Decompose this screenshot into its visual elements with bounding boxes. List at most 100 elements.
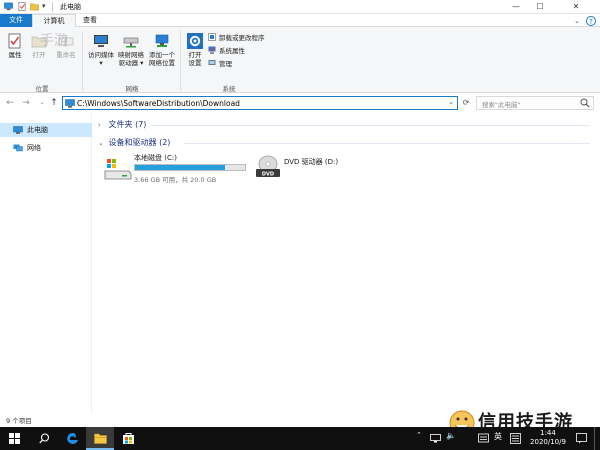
drive-d-name: DVD 驱动器 (D:) bbox=[284, 158, 339, 166]
drive-c-info: 3.66 GB 可用，共 20.0 GB bbox=[134, 176, 217, 184]
network-location-icon bbox=[155, 34, 169, 47]
edge-icon bbox=[67, 432, 78, 444]
map-network-drive-button[interactable]: 映射网络 驱动器 ▾ bbox=[116, 33, 146, 67]
add-location-label-1: 添加一个 bbox=[149, 51, 175, 59]
map-drive-label-2: 驱动器 bbox=[118, 59, 139, 67]
search-icon bbox=[580, 98, 590, 108]
taskbar-store[interactable] bbox=[114, 427, 142, 450]
this-pc-icon bbox=[4, 2, 13, 11]
system-properties-button[interactable]: 系统属性 bbox=[208, 46, 245, 57]
network-drive-icon bbox=[123, 37, 139, 48]
network-icon bbox=[13, 144, 23, 152]
taskbar: ⌃ 🔈 英 1:44 2020/10/9 bbox=[0, 427, 600, 450]
show-hidden-icons[interactable]: ⌃ bbox=[416, 431, 422, 439]
manage-button[interactable]: 管理 bbox=[208, 59, 232, 70]
taskbar-search-button[interactable] bbox=[30, 427, 58, 450]
quick-access-dropdown-icon[interactable]: ▾ bbox=[42, 2, 46, 10]
properties-quick-icon[interactable] bbox=[18, 2, 27, 11]
map-drive-label-1: 映射网络 bbox=[118, 51, 144, 59]
section-divider bbox=[184, 143, 590, 144]
nav-item-network[interactable]: 网络 bbox=[0, 141, 92, 155]
rename-label: 重命名 bbox=[56, 51, 76, 59]
folders-section-header[interactable]: › 文件夹 (7) bbox=[98, 119, 146, 130]
refresh-icon[interactable]: ⟳ bbox=[460, 97, 472, 109]
location-group-label: 位置 bbox=[35, 85, 49, 93]
section-divider bbox=[150, 125, 590, 126]
address-bar[interactable]: C:\Windows\SoftwareDistribution\Download… bbox=[62, 96, 458, 110]
forward-button[interactable]: → bbox=[20, 97, 32, 109]
nav-item-label: 网络 bbox=[27, 144, 41, 152]
address-dropdown-icon[interactable]: ⌄ bbox=[448, 98, 454, 106]
new-folder-quick-icon[interactable] bbox=[30, 2, 39, 11]
close-button[interactable]: ✕ bbox=[552, 0, 600, 14]
manage-icon bbox=[208, 60, 216, 65]
input-method-icon[interactable] bbox=[510, 433, 521, 444]
nav-item-this-pc[interactable]: 此电脑 bbox=[0, 123, 92, 137]
system-properties-label: 系统属性 bbox=[219, 47, 245, 55]
window-title: 此电脑 bbox=[60, 3, 81, 11]
access-media-button[interactable]: 访问媒体 ▾ bbox=[86, 33, 116, 67]
title-bar: ▾ 此电脑 — ☐ ✕ bbox=[0, 0, 600, 14]
clock[interactable]: 1:44 2020/10/9 bbox=[526, 429, 570, 447]
ribbon: 属性 打开 重命名 位置 访问媒体 ▾ 映射网络 驱动器 ▾ 添加一个 网络位置… bbox=[0, 27, 600, 93]
add-network-location-button[interactable]: 添加一个 网络位置 bbox=[146, 33, 178, 67]
uninstall-label: 卸载或更改程序 bbox=[219, 34, 265, 42]
show-desktop-button[interactable] bbox=[594, 427, 595, 450]
uninstall-programs-button[interactable]: 卸载或更改程序 bbox=[208, 33, 265, 44]
clock-date: 2020/10/9 bbox=[530, 438, 566, 446]
up-button[interactable]: ↑ bbox=[48, 97, 60, 109]
group-divider bbox=[180, 31, 181, 91]
tab-computer[interactable]: 计算机 bbox=[32, 14, 76, 28]
navigation-pane: 此电脑 网络 bbox=[0, 113, 92, 413]
nav-item-label: 此电脑 bbox=[27, 126, 48, 134]
maximize-button[interactable]: ☐ bbox=[528, 0, 552, 14]
manage-label: 管理 bbox=[219, 60, 232, 68]
properties-label: 属性 bbox=[8, 51, 22, 59]
taskbar-edge[interactable] bbox=[58, 427, 86, 450]
back-button[interactable]: ← bbox=[4, 97, 16, 109]
notification-center-icon[interactable] bbox=[576, 433, 587, 444]
group-divider bbox=[82, 31, 83, 91]
drive-c-usage-bar bbox=[134, 164, 246, 171]
drive-d[interactable]: DVD DVD 驱动器 (D:) bbox=[252, 153, 382, 185]
search-box[interactable]: 搜索"此电脑" bbox=[476, 96, 594, 110]
title-divider bbox=[52, 2, 53, 12]
access-media-dropdown-icon: ▾ bbox=[99, 59, 103, 67]
minimize-button[interactable]: — bbox=[504, 0, 528, 14]
folder-icon bbox=[94, 433, 107, 444]
start-button[interactable] bbox=[0, 427, 28, 450]
help-icon[interactable]: ? bbox=[586, 16, 596, 26]
devices-section-title: 设备和驱动器 (2) bbox=[108, 138, 171, 147]
ime-indicator[interactable]: 英 bbox=[494, 431, 502, 442]
drive-c[interactable]: 本地磁盘 (C:) 3.66 GB 可用，共 20.0 GB bbox=[102, 151, 252, 184]
access-media-label: 访问媒体 bbox=[88, 51, 114, 59]
tab-file[interactable]: 文件 bbox=[0, 14, 32, 27]
system-group-label: 系统 bbox=[222, 85, 236, 93]
this-pc-icon bbox=[65, 99, 75, 108]
add-location-label-2: 网络位置 bbox=[149, 59, 175, 67]
taskbar-file-explorer[interactable] bbox=[86, 427, 114, 450]
ribbon-expand-icon[interactable]: ⌄ bbox=[572, 16, 582, 26]
keyboard-icon[interactable] bbox=[478, 433, 489, 443]
dvd-disc-label: DVD bbox=[262, 172, 274, 178]
tab-view[interactable]: 查看 bbox=[78, 14, 102, 27]
address-path[interactable]: C:\Windows\SoftwareDistribution\Download bbox=[77, 98, 240, 109]
properties-icon bbox=[8, 33, 21, 49]
network-tray-icon[interactable] bbox=[430, 434, 441, 443]
clock-time: 1:44 bbox=[540, 429, 556, 437]
chevron-right-icon: › bbox=[98, 121, 101, 129]
settings-gear-icon bbox=[187, 33, 203, 49]
drive-c-usage-fill bbox=[135, 165, 226, 170]
properties-button[interactable]: 属性 bbox=[4, 33, 26, 59]
devices-section-header[interactable]: ⌄ 设备和驱动器 (2) bbox=[98, 137, 170, 148]
media-icon bbox=[94, 35, 108, 47]
open-settings-label-1: 打开 bbox=[188, 51, 202, 59]
item-count: 9 个项目 bbox=[6, 417, 32, 425]
address-row: ← → ⌄ ↑ C:\Windows\SoftwareDistribution\… bbox=[0, 93, 600, 113]
local-disk-icon bbox=[104, 159, 132, 180]
open-settings-button[interactable]: 打开 设置 bbox=[184, 33, 206, 67]
this-pc-icon bbox=[13, 126, 23, 134]
watermark-top: 手游 bbox=[40, 33, 68, 49]
recent-locations-button[interactable]: ⌄ bbox=[36, 97, 48, 109]
volume-icon[interactable]: 🔈 bbox=[446, 431, 456, 440]
